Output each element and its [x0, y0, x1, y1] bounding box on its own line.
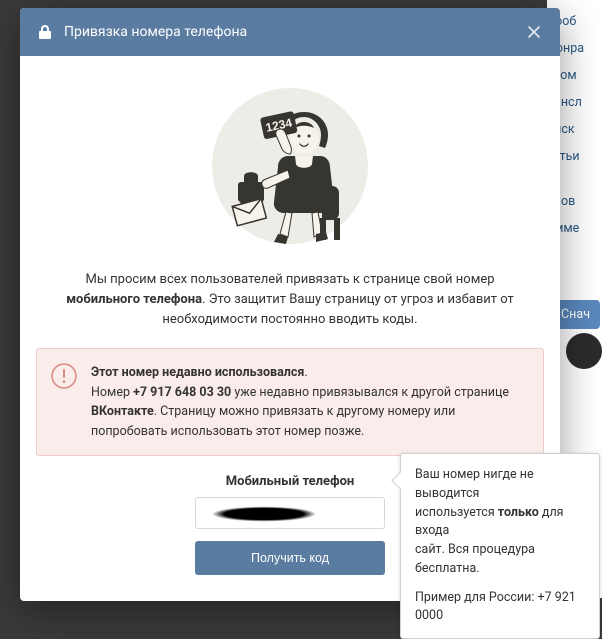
lock-icon — [38, 24, 52, 40]
phone-hint-tooltip: Ваш номер нигде не выводится используетс… — [400, 453, 600, 639]
phone-label: Мобильный телефон — [226, 474, 355, 489]
get-code-button[interactable]: Получить код — [195, 541, 385, 575]
phone-input[interactable] — [195, 497, 385, 529]
modal-header: Привязка номера телефона — [20, 8, 560, 56]
warning-icon — [51, 363, 77, 395]
close-button[interactable] — [526, 24, 542, 40]
modal-title: Привязка номера телефона — [64, 24, 526, 40]
intro-text: Мы просим всех пользователей привязать к… — [20, 270, 560, 348]
avatar — [566, 333, 602, 369]
warning-box: Этот номер недавно использовался. Номер … — [36, 348, 544, 456]
illustration: 1234 — [20, 56, 560, 270]
